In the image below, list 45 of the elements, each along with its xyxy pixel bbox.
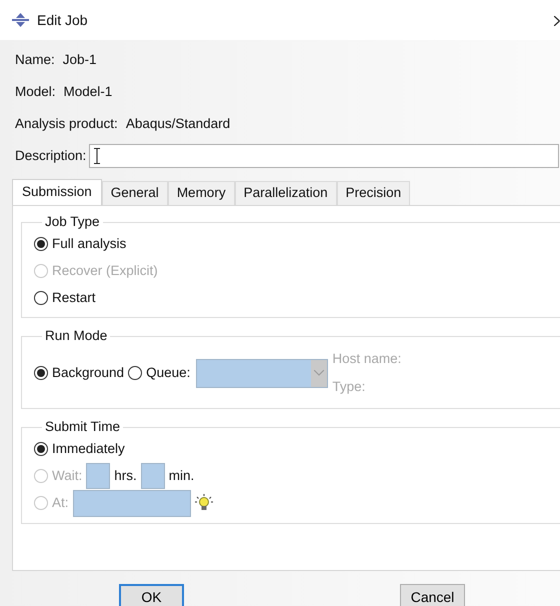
field-label: Host name: bbox=[332, 350, 402, 368]
radio-button[interactable] bbox=[34, 442, 48, 456]
field-label: Name: bbox=[15, 50, 55, 69]
radio-label: At: bbox=[52, 494, 69, 512]
tab[interactable]: General bbox=[102, 181, 168, 205]
group-title: Submit Time bbox=[44, 419, 122, 436]
lightbulb-icon[interactable] bbox=[194, 494, 213, 512]
radio-label: Immediately bbox=[52, 440, 125, 458]
close-icon[interactable] bbox=[554, 16, 560, 26]
unit-label: hrs. bbox=[114, 466, 137, 485]
field-label: Model: bbox=[15, 82, 56, 101]
radio-button[interactable] bbox=[34, 290, 48, 305]
caret-icon bbox=[314, 370, 324, 376]
minutes-field[interactable] bbox=[140, 463, 165, 490]
field-value: Job-1 bbox=[62, 50, 97, 69]
radio-label: Queue: bbox=[146, 364, 190, 382]
radio-label: Full analysis bbox=[52, 234, 126, 253]
field-label: Description: bbox=[15, 146, 86, 165]
field-value: Abaqus/Standard bbox=[126, 114, 230, 133]
cancel-button[interactable]: Cancel bbox=[400, 584, 465, 606]
field-label: Analysis product: bbox=[15, 114, 118, 133]
text-cursor-icon bbox=[94, 148, 100, 164]
ok-button[interactable]: OK bbox=[119, 584, 184, 606]
radio-label: Wait: bbox=[52, 466, 82, 485]
window-title: Edit Job bbox=[37, 10, 89, 30]
tab[interactable]: Submission bbox=[12, 179, 102, 205]
radio-button[interactable] bbox=[128, 366, 142, 380]
radio-label: Recover (Explicit) bbox=[52, 262, 158, 280]
radio-button[interactable] bbox=[34, 236, 48, 251]
queue-dropdown[interactable] bbox=[196, 358, 328, 388]
tab[interactable]: Memory bbox=[168, 181, 235, 205]
group-title: Job Type bbox=[44, 214, 101, 230]
radio-label: Background bbox=[52, 364, 124, 382]
time-field[interactable] bbox=[72, 490, 191, 517]
app-icon bbox=[12, 13, 29, 27]
radio-button[interactable] bbox=[34, 366, 48, 380]
field-value: Model-1 bbox=[64, 82, 112, 101]
hours-field[interactable] bbox=[86, 463, 110, 490]
description-field[interactable] bbox=[89, 144, 560, 168]
field-label: Type: bbox=[332, 378, 366, 396]
tab[interactable]: Precision bbox=[336, 181, 410, 205]
unit-label: min. bbox=[168, 466, 194, 485]
group-title: Run Mode bbox=[44, 328, 108, 344]
tab[interactable]: Parallelization bbox=[234, 181, 337, 205]
radio-label: Restart bbox=[52, 288, 96, 307]
